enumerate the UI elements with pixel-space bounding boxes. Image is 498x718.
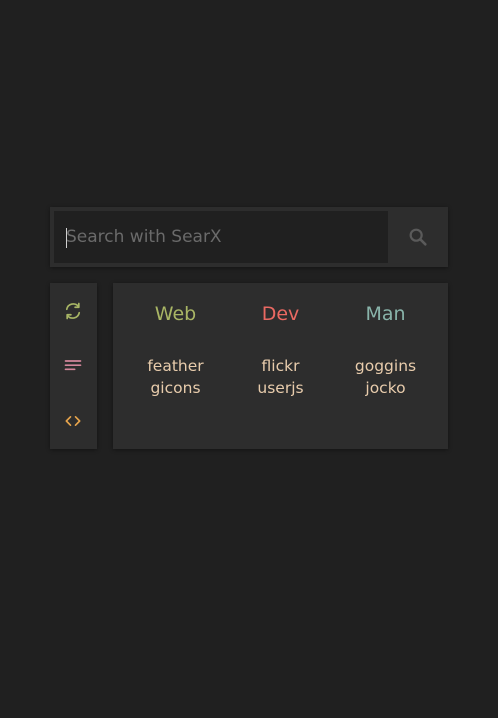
- link-jocko[interactable]: jocko: [333, 377, 438, 399]
- column-links: goggins jocko: [333, 355, 438, 399]
- links-panel: Web feather gicons Dev flickr userjs Man…: [113, 283, 448, 449]
- search-icon: [409, 228, 427, 246]
- refresh-icon: [65, 302, 81, 320]
- link-gicons[interactable]: gicons: [123, 377, 228, 399]
- column-title: Web: [154, 303, 197, 325]
- search-button[interactable]: [388, 207, 448, 267]
- code-icon: [65, 416, 81, 426]
- column-links: feather gicons: [123, 355, 228, 399]
- link-feather[interactable]: feather: [123, 355, 228, 377]
- column-links: flickr userjs: [228, 355, 333, 399]
- menu-lines-icon: [64, 360, 82, 371]
- link-userjs[interactable]: userjs: [228, 377, 333, 399]
- search-box: [50, 207, 448, 267]
- refresh-button[interactable]: [61, 299, 85, 323]
- sidebar: [50, 283, 97, 449]
- link-goggins[interactable]: goggins: [333, 355, 438, 377]
- column-title: Dev: [261, 303, 300, 325]
- link-flickr[interactable]: flickr: [228, 355, 333, 377]
- menu-button[interactable]: [61, 354, 85, 378]
- column-title: Man: [365, 303, 406, 325]
- search-input[interactable]: [54, 211, 388, 263]
- code-button[interactable]: [61, 409, 85, 433]
